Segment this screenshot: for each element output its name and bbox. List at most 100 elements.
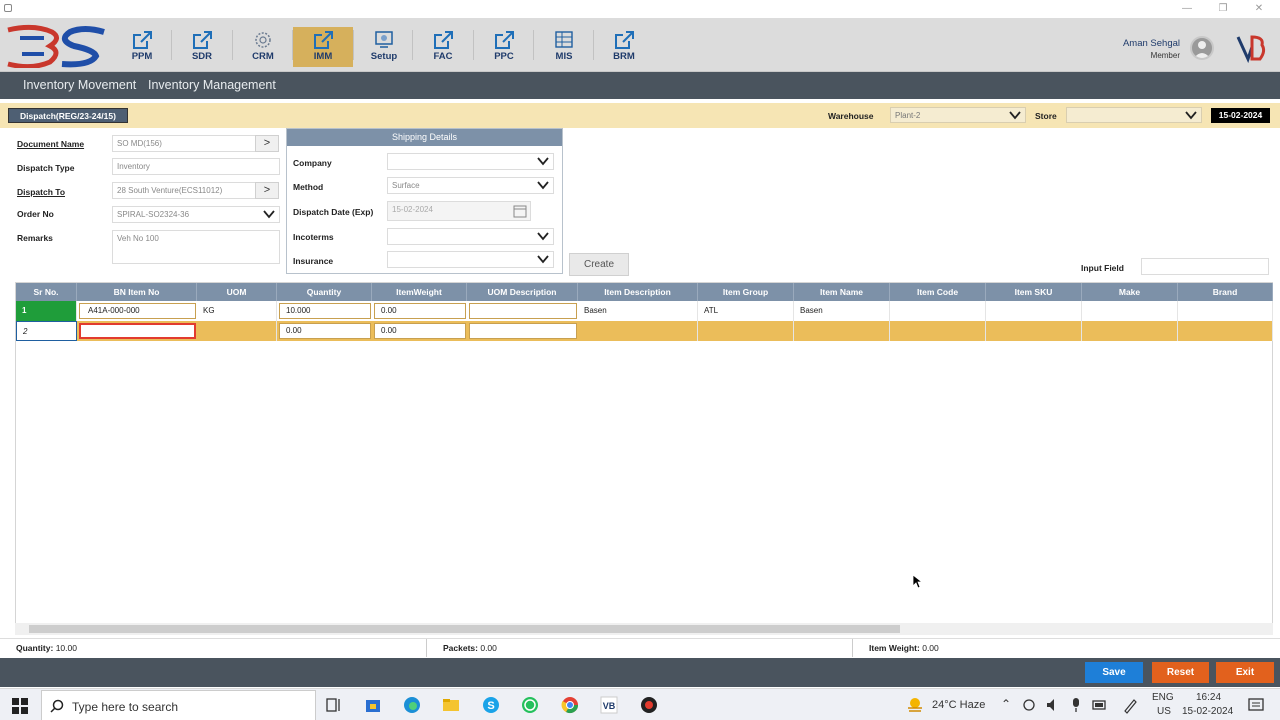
column-header-uom[interactable]: UOM [197, 283, 277, 301]
menu-inventory-management[interactable]: Inventory Management [148, 78, 276, 92]
dispatch-type-field[interactable]: Inventory [112, 158, 280, 175]
cell-uom[interactable]: KG [197, 301, 277, 321]
column-header-item-name[interactable]: Item Name [794, 283, 890, 301]
table-row[interactable]: 2 0.00 0.00 [16, 321, 1273, 341]
nav-module-brm[interactable]: BRM [594, 27, 654, 67]
volume-icon[interactable] [1046, 696, 1060, 714]
document-name-field[interactable]: SO MD(156) [112, 135, 256, 152]
tray-chevron-up-icon[interactable]: ⌃ [1001, 697, 1011, 711]
cell-bn-item-no[interactable]: A41A-000-000 [79, 303, 196, 319]
nav-module-ppm[interactable]: PPM [112, 27, 172, 67]
scrollbar-thumb[interactable] [29, 625, 900, 633]
whatsapp-icon[interactable] [521, 696, 539, 714]
dispatch-date-field[interactable]: 15-02-2024 [387, 201, 531, 221]
document-name-label[interactable]: Document Name [17, 139, 84, 149]
cell-item-weight[interactable]: 0.00 [374, 303, 466, 319]
clock-date[interactable]: 15-02-2024 [1182, 706, 1233, 717]
column-header-item-description[interactable]: Item Description [578, 283, 698, 301]
network-icon[interactable] [1022, 696, 1036, 714]
create-button[interactable]: Create [569, 253, 629, 276]
edge-browser-icon[interactable] [403, 696, 421, 714]
pen-icon[interactable] [1122, 696, 1138, 714]
nav-module-mis[interactable]: MIS [534, 27, 594, 67]
store-app-icon[interactable] [364, 696, 382, 714]
language-top[interactable]: ENG [1152, 692, 1174, 703]
calendar-icon[interactable] [513, 204, 527, 218]
document-name-lookup-button[interactable]: > [255, 135, 279, 152]
nav-module-sdr[interactable]: SDR [172, 27, 232, 67]
column-header-item-group[interactable]: Item Group [698, 283, 794, 301]
cell-sr-no[interactable]: 1 [16, 301, 77, 321]
dispatch-to-lookup-button[interactable]: > [255, 182, 279, 199]
remarks-field[interactable]: Veh No 100 [112, 230, 280, 264]
minimize-icon[interactable]: — [1180, 2, 1194, 16]
column-header-item-sku[interactable]: Item SKU [986, 283, 1082, 301]
exit-button[interactable]: Exit [1216, 662, 1274, 683]
horizontal-scrollbar[interactable] [15, 623, 1273, 635]
battery-icon[interactable] [1092, 696, 1108, 714]
cell-item-code[interactable] [890, 301, 986, 321]
cell-make[interactable] [1082, 321, 1178, 341]
company-select[interactable] [387, 153, 554, 170]
cell-item-description[interactable]: Basen [578, 301, 698, 321]
nav-module-fac[interactable]: FAC [413, 27, 473, 67]
table-row[interactable]: 1 A41A-000-000 KG 10.000 0.00 Basen ATL Basen [16, 301, 1273, 321]
recorder-app-icon[interactable] [640, 696, 658, 714]
column-header-uom-description[interactable]: UOM Description [467, 283, 578, 301]
avatar[interactable] [1190, 36, 1214, 60]
store-select[interactable] [1066, 107, 1202, 123]
notification-icon[interactable] [1247, 696, 1265, 714]
weather-text[interactable]: 24°C Haze [932, 699, 985, 711]
column-header-make[interactable]: Make [1082, 283, 1178, 301]
input-field[interactable] [1141, 258, 1269, 275]
order-no-select[interactable]: SPIRAL-SO2324-36 [112, 206, 280, 223]
cell-quantity[interactable]: 10.000 [279, 303, 371, 319]
cell-item-code[interactable] [890, 321, 986, 341]
method-select[interactable]: Surface [387, 177, 554, 194]
insurance-select[interactable] [387, 251, 554, 268]
weather-haze-icon[interactable] [906, 696, 924, 714]
nav-module-crm[interactable]: CRM [233, 27, 293, 67]
cell-brand[interactable] [1178, 321, 1273, 341]
column-header-bn-item-no[interactable]: BN Item No [77, 283, 197, 301]
cell-item-sku[interactable] [986, 301, 1082, 321]
nav-module-ppc[interactable]: PPC [474, 27, 534, 67]
cell-sr-no[interactable]: 2 [16, 321, 77, 341]
dispatch-to-label[interactable]: Dispatch To [17, 187, 65, 197]
column-header-item-weight[interactable]: ItemWeight [372, 283, 467, 301]
cell-quantity[interactable]: 0.00 [279, 323, 371, 339]
save-button[interactable]: Save [1085, 662, 1143, 683]
column-header-brand[interactable]: Brand [1178, 283, 1273, 301]
file-explorer-icon[interactable] [442, 696, 460, 714]
close-icon[interactable]: ✕ [1252, 2, 1266, 16]
chrome-icon[interactable] [561, 696, 579, 714]
cell-item-weight[interactable]: 0.00 [374, 323, 466, 339]
nav-module-setup[interactable]: Setup [354, 27, 414, 67]
skype-icon[interactable]: S [482, 696, 500, 714]
warehouse-select[interactable]: Plant-2 [890, 107, 1026, 123]
cell-make[interactable] [1082, 301, 1178, 321]
column-header-item-code[interactable]: Item Code [890, 283, 986, 301]
incoterms-select[interactable] [387, 228, 554, 245]
task-view-icon[interactable] [325, 696, 343, 714]
erp-app-icon[interactable]: VB [600, 696, 618, 714]
cell-item-group[interactable] [698, 321, 794, 341]
dispatch-to-field[interactable]: 28 South Venture(ECS11012) [112, 182, 256, 199]
cell-uom[interactable] [197, 321, 277, 341]
cell-item-description[interactable] [578, 321, 698, 341]
cell-bn-item-no[interactable] [79, 323, 196, 339]
cell-item-name[interactable]: Basen [794, 301, 890, 321]
language-bottom[interactable]: US [1157, 706, 1171, 717]
reset-button[interactable]: Reset [1152, 662, 1209, 683]
cell-brand[interactable] [1178, 301, 1273, 321]
cell-item-name[interactable] [794, 321, 890, 341]
windows-start-icon[interactable] [11, 697, 29, 715]
cell-uom-description[interactable] [469, 303, 577, 319]
taskbar-search[interactable]: Type here to search [41, 690, 316, 720]
nav-module-imm[interactable]: IMM [293, 27, 353, 67]
menu-inventory-movement[interactable]: Inventory Movement [23, 78, 136, 92]
column-header-quantity[interactable]: Quantity [277, 283, 372, 301]
cell-item-group[interactable]: ATL [698, 301, 794, 321]
cell-item-sku[interactable] [986, 321, 1082, 341]
clock-time[interactable]: 16:24 [1196, 692, 1221, 703]
